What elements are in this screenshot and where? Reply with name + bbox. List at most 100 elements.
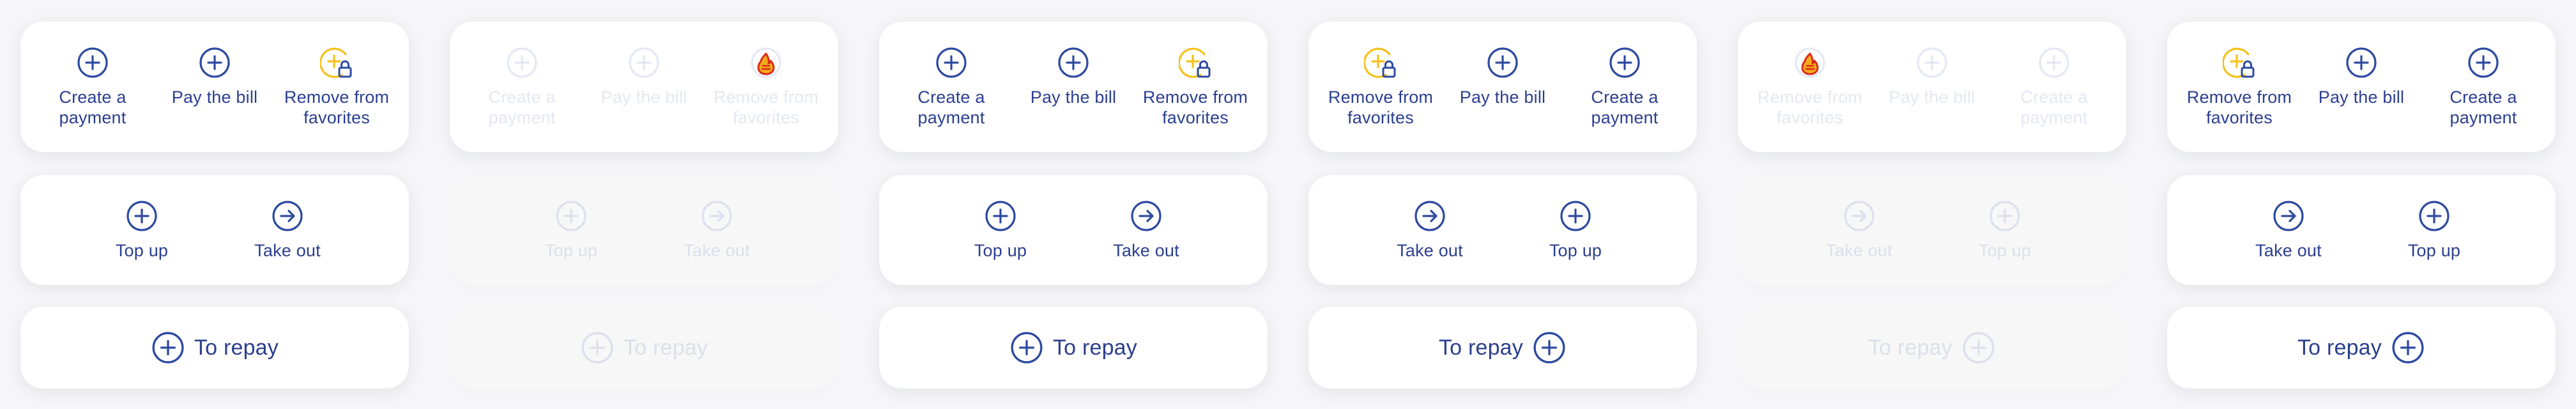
pay-bill-button[interactable]: Pay the bill: [1013, 46, 1134, 128]
remove-favorites-button[interactable]: Remove from favorites: [1749, 46, 1871, 128]
create-payment-button[interactable]: Create a payment: [891, 46, 1012, 128]
take-out-button[interactable]: Take out: [2228, 199, 2349, 261]
action-label: Take out: [1397, 241, 1463, 260]
variant-column-4: Remove from favorites Pay the bill Creat…: [1288, 0, 1717, 409]
variant-column-3: Create a payment Pay the bill Remove fro…: [859, 0, 1288, 409]
repay-label: To repay: [194, 335, 279, 360]
remove-favorites-button[interactable]: Remove from favorites: [1135, 46, 1256, 128]
top-up-button[interactable]: Top up: [510, 199, 632, 261]
take-out-button[interactable]: Take out: [656, 199, 778, 261]
action-label: Top up: [544, 241, 598, 260]
action-label: Pay the bill: [1889, 88, 1975, 107]
plus-circle-icon: [1057, 46, 1090, 79]
remove-favorites-button[interactable]: Remove from favorites: [276, 46, 397, 128]
create-payment-button[interactable]: Create a payment: [1993, 46, 2115, 128]
pay-bill-button[interactable]: Pay the bill: [2301, 46, 2422, 128]
favorite-actions-card: Remove from favorites Pay the bill Creat…: [1308, 22, 1697, 152]
to-repay-button[interactable]: To repay: [1439, 330, 1567, 365]
plus-circle-icon: [1961, 330, 1996, 365]
plus-circle-icon: [2037, 46, 2071, 79]
remove-favorites-button[interactable]: Remove from favorites: [705, 46, 827, 128]
fire-warning-icon: [1793, 46, 1827, 79]
arrow-right-circle-icon: [1413, 199, 1446, 233]
money-actions-card: Top up Take out: [20, 175, 409, 285]
action-label: Remove from favorites: [1142, 88, 1248, 127]
action-label: Create a payment: [2450, 88, 2517, 127]
action-label: Take out: [1826, 241, 1892, 260]
favorite-actions-card: Create a payment Pay the bill Remove fro…: [450, 22, 838, 152]
pay-bill-button[interactable]: Pay the bill: [583, 46, 705, 128]
variant-column-2: Create a payment Pay the bill Remove fro…: [429, 0, 859, 409]
take-out-button[interactable]: Take out: [227, 199, 348, 261]
plus-circle-icon: [76, 46, 109, 79]
action-label: Pay the bill: [171, 88, 258, 107]
money-actions-card: Top up Take out: [450, 175, 838, 285]
action-label: Top up: [1549, 241, 1602, 260]
repay-card: To repay: [879, 307, 1268, 389]
plus-circle-icon: [505, 46, 539, 79]
plus-lock-icon: [2223, 46, 2256, 79]
plus-circle-icon: [1532, 330, 1567, 365]
top-up-button[interactable]: Top up: [1944, 199, 2066, 261]
plus-circle-icon: [2467, 46, 2500, 79]
action-label: Take out: [254, 241, 321, 260]
action-label: Pay the bill: [1459, 88, 1546, 107]
repay-card: To repay: [2167, 307, 2556, 389]
repay-label: To repay: [1438, 335, 1523, 360]
create-payment-button[interactable]: Create a payment: [32, 46, 153, 128]
arrow-right-circle-icon: [2272, 199, 2305, 233]
top-up-button[interactable]: Top up: [940, 199, 1061, 261]
to-repay-button[interactable]: To repay: [580, 330, 708, 365]
action-label: Top up: [974, 241, 1027, 260]
variants-stage: Create a payment Pay the bill Remove fro…: [0, 0, 2576, 409]
repay-card: To repay: [1308, 307, 1697, 389]
pay-bill-button[interactable]: Pay the bill: [1442, 46, 1563, 128]
plus-circle-icon: [125, 199, 158, 233]
top-up-button[interactable]: Top up: [1515, 199, 1636, 261]
favorite-actions-card: Create a payment Pay the bill Remove fro…: [20, 22, 409, 152]
to-repay-button[interactable]: To repay: [1868, 330, 1996, 365]
action-label: Remove from favorites: [2186, 88, 2292, 127]
create-payment-button[interactable]: Create a payment: [461, 46, 583, 128]
fire-warning-icon: [749, 46, 783, 79]
action-label: Create a payment: [917, 88, 985, 127]
take-out-button[interactable]: Take out: [1369, 199, 1491, 261]
arrow-right-circle-icon: [700, 199, 733, 233]
plus-circle-icon: [2345, 46, 2378, 79]
plus-lock-icon: [320, 46, 353, 79]
take-out-button[interactable]: Take out: [1798, 199, 1920, 261]
action-label: Create a payment: [488, 88, 556, 127]
action-label: Remove from favorites: [1328, 88, 1434, 127]
to-repay-button[interactable]: To repay: [2297, 330, 2425, 365]
plus-circle-icon: [1486, 46, 1519, 79]
pay-bill-button[interactable]: Pay the bill: [154, 46, 275, 128]
action-label: Remove from favorites: [1757, 88, 1863, 127]
favorite-actions-card: Remove from favorites Pay the bill Creat…: [2167, 22, 2556, 152]
remove-favorites-button[interactable]: Remove from favorites: [1320, 46, 1441, 128]
plus-circle-icon: [627, 46, 661, 79]
repay-label: To repay: [2297, 335, 2382, 360]
plus-circle-icon: [935, 46, 968, 79]
repay-label: To repay: [623, 335, 708, 360]
top-up-button[interactable]: Top up: [2373, 199, 2495, 261]
plus-lock-icon: [1179, 46, 1212, 79]
plus-circle-icon: [1608, 46, 1641, 79]
action-label: Take out: [1113, 241, 1179, 260]
create-payment-button[interactable]: Create a payment: [2423, 46, 2544, 128]
plus-circle-icon: [198, 46, 231, 79]
to-repay-button[interactable]: To repay: [151, 330, 279, 365]
action-label: Create a payment: [1591, 88, 1659, 127]
plus-circle-icon: [555, 199, 588, 233]
action-label: Take out: [2255, 241, 2322, 260]
create-payment-button[interactable]: Create a payment: [1564, 46, 1685, 128]
money-actions-card: Take out Top up: [1308, 175, 1697, 285]
pay-bill-button[interactable]: Pay the bill: [1871, 46, 1993, 128]
variant-column-1: Create a payment Pay the bill Remove fro…: [0, 0, 429, 409]
action-label: Top up: [115, 241, 169, 260]
take-out-button[interactable]: Take out: [1085, 199, 1207, 261]
remove-favorites-button[interactable]: Remove from favorites: [2179, 46, 2300, 128]
action-label: Take out: [684, 241, 750, 260]
to-repay-button[interactable]: To repay: [1009, 330, 1137, 365]
plus-circle-icon: [151, 330, 185, 365]
top-up-button[interactable]: Top up: [81, 199, 203, 261]
